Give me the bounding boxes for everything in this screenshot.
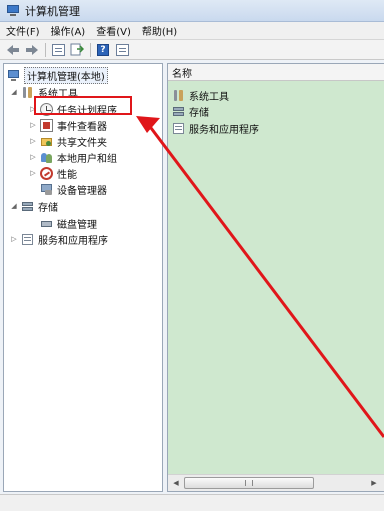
- expand-icon[interactable]: ▷: [29, 169, 37, 177]
- tree-item-device-manager[interactable]: 设备管理器: [40, 181, 107, 197]
- expand-icon[interactable]: ▷: [29, 121, 37, 129]
- collapse-icon[interactable]: ◢: [10, 202, 18, 210]
- expand-icon[interactable]: ▷: [29, 137, 37, 145]
- list-item-label: 存储: [189, 107, 209, 119]
- export-list-icon[interactable]: [69, 42, 85, 58]
- result-list: 名称 系统工具 存储 服务和应用程序 ◀ ▶: [167, 63, 384, 492]
- console-tree-icon[interactable]: [50, 42, 66, 58]
- shared-folder-icon: [40, 135, 53, 148]
- console-tree: 计算机管理(本地) ◢ 系统工具 ▷ 任务计划程序 ▷ 事件查看器 ▷ 共享文件…: [3, 63, 163, 492]
- menu-action[interactable]: 操作(A): [51, 23, 86, 38]
- menu-file[interactable]: 文件(F): [6, 23, 40, 38]
- window-title: 计算机管理: [25, 4, 80, 18]
- tree-item-storage[interactable]: ◢ 存储: [10, 198, 58, 214]
- tree-item-label: 计算机管理(本地): [24, 66, 108, 84]
- column-header-name[interactable]: 名称: [168, 64, 384, 81]
- tree-item-label: 事件查看器: [57, 121, 107, 133]
- tree-item-label: 性能: [57, 169, 77, 181]
- help-icon[interactable]: ?: [95, 42, 111, 58]
- performance-icon: [40, 166, 53, 180]
- services-icon: [172, 122, 185, 135]
- services-icon: [21, 233, 34, 246]
- list-item-label: 服务和应用程序: [189, 124, 259, 136]
- properties-icon[interactable]: [114, 42, 130, 58]
- column-header-label: 名称: [172, 68, 192, 80]
- expand-icon[interactable]: ▷: [29, 153, 37, 161]
- event-viewer-icon: [40, 118, 53, 132]
- scroll-left-icon[interactable]: ◀: [170, 477, 182, 489]
- tree-item-disk-management[interactable]: 磁盘管理: [40, 215, 97, 231]
- collapse-icon[interactable]: ◢: [10, 88, 18, 96]
- tools-icon: [21, 86, 34, 99]
- forward-arrow-icon[interactable]: [24, 42, 40, 58]
- tree-item-label: 存储: [38, 202, 58, 214]
- toolbar-separator: [45, 42, 46, 57]
- tree-item-shared-folders[interactable]: ▷ 共享文件夹: [29, 133, 107, 149]
- scroll-right-icon[interactable]: ▶: [368, 477, 380, 489]
- computer-management-icon: [6, 4, 20, 17]
- tree-item-performance[interactable]: ▷ 性能: [29, 165, 77, 181]
- horizontal-scrollbar[interactable]: ◀ ▶: [168, 474, 384, 491]
- status-bar: [0, 494, 384, 511]
- title-bar: 计算机管理: [0, 0, 384, 22]
- list-item-label: 系统工具: [189, 91, 229, 103]
- storage-icon: [172, 105, 185, 118]
- tree-item-label: 本地用户和组: [57, 153, 117, 165]
- storage-icon: [21, 200, 34, 213]
- computer-icon: [7, 69, 20, 82]
- tree-item-root[interactable]: 计算机管理(本地): [7, 66, 108, 84]
- menu-help[interactable]: 帮助(H): [142, 23, 177, 38]
- disk-icon: [40, 217, 53, 230]
- tree-item-event-viewer[interactable]: ▷ 事件查看器: [29, 117, 107, 133]
- expand-icon[interactable]: ▷: [10, 235, 18, 243]
- menu-bar: 文件(F) 操作(A) 查看(V) 帮助(H): [0, 22, 384, 40]
- scroll-thumb[interactable]: [184, 477, 314, 489]
- tree-item-label: 共享文件夹: [57, 137, 107, 149]
- tree-item-label: 服务和应用程序: [38, 235, 108, 247]
- back-arrow-icon[interactable]: [5, 42, 21, 58]
- device-manager-icon: [40, 183, 53, 196]
- tree-item-local-users[interactable]: ▷ 本地用户和组: [29, 149, 117, 165]
- users-icon: [40, 151, 53, 164]
- list-item[interactable]: 存储: [172, 103, 209, 119]
- menu-view[interactable]: 查看(V): [96, 23, 131, 38]
- highlight-box: [34, 96, 132, 115]
- tree-item-label: 设备管理器: [57, 185, 107, 197]
- list-item[interactable]: 服务和应用程序: [172, 120, 259, 136]
- list-item[interactable]: 系统工具: [172, 87, 229, 103]
- tree-item-services-apps[interactable]: ▷ 服务和应用程序: [10, 231, 108, 247]
- tree-item-label: 磁盘管理: [57, 219, 97, 231]
- tools-icon: [172, 89, 185, 102]
- toolbar-separator: [90, 42, 91, 57]
- toolbar: ?: [0, 40, 384, 60]
